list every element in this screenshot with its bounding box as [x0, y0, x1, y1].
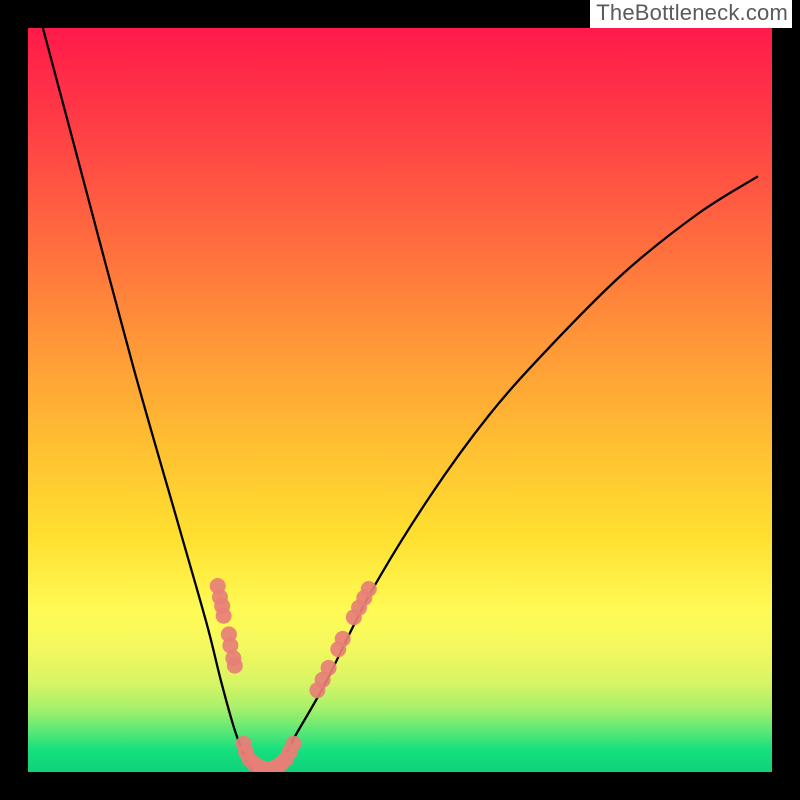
watermark-label: TheBottleneck.com	[590, 0, 792, 28]
gradient-background	[28, 28, 772, 772]
marker-dot	[361, 581, 377, 597]
plot-area	[28, 28, 772, 772]
chart-svg	[28, 28, 772, 772]
marker-dot	[286, 736, 302, 752]
marker-dot	[321, 660, 337, 676]
chart-frame: TheBottleneck.com	[0, 0, 800, 800]
marker-dot	[216, 608, 232, 624]
marker-dot	[335, 631, 351, 647]
marker-dot	[227, 658, 243, 674]
